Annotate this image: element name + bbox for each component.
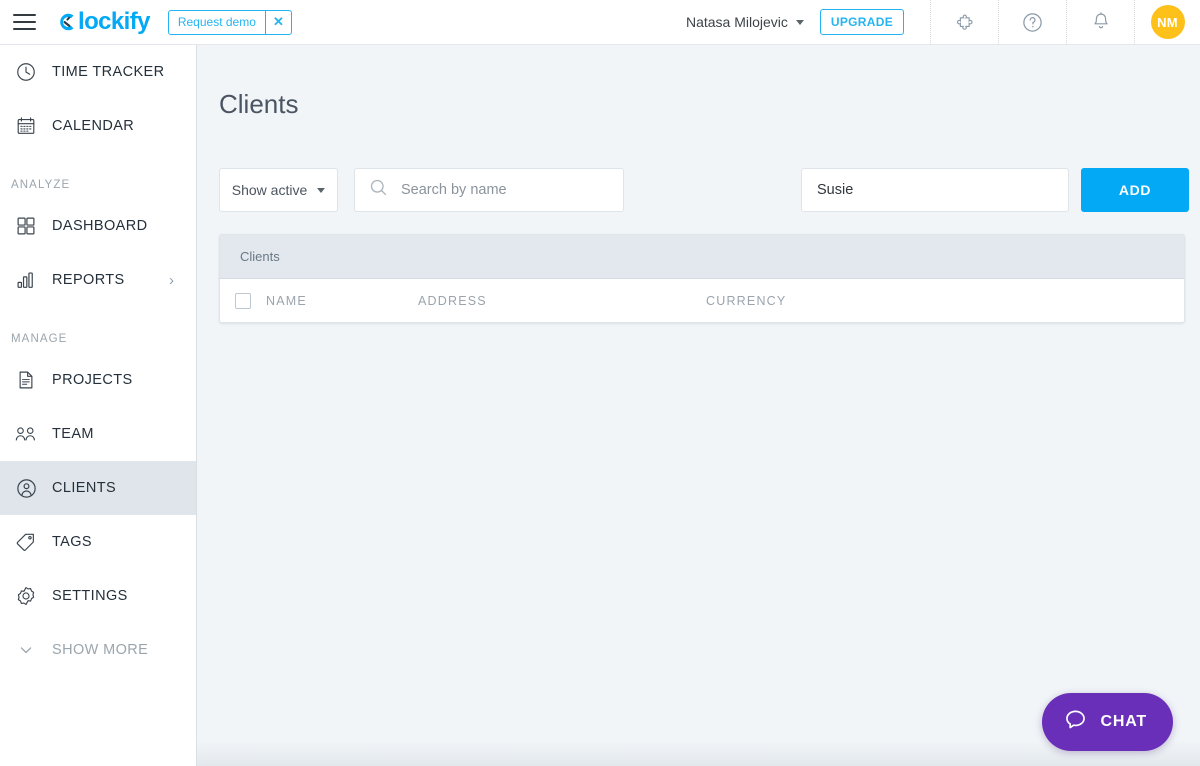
sidebar-item-dashboard[interactable]: DASHBOARD [0, 199, 196, 253]
sidebar-section-manage: MANAGE [0, 307, 196, 353]
upgrade-button[interactable]: UPGRADE [820, 9, 904, 35]
bar-chart-icon [11, 269, 41, 291]
gear-icon [11, 585, 41, 607]
table-header-row: NAME ADDRESS CURRENCY [220, 279, 1184, 322]
main-content: Clients Show active Search by name Susie… [197, 45, 1200, 766]
clockify-logo-mark [56, 11, 77, 33]
sidebar-item-label: TIME TRACKER [52, 64, 165, 80]
document-icon [11, 369, 41, 391]
chevron-down-icon [11, 640, 41, 660]
chevron-down-icon [317, 188, 325, 193]
new-client-name-value: Susie [817, 182, 853, 198]
request-demo-badge[interactable]: Request demo ✕ [168, 10, 292, 35]
clockify-logo[interactable]: lockify [56, 10, 150, 34]
clients-toolbar: Show active Search by name Susie ADD [219, 168, 1189, 212]
clock-icon [11, 61, 41, 83]
dashboard-grid-icon [11, 215, 41, 237]
sidebar-item-tags[interactable]: TAGS [0, 515, 196, 569]
bell-icon[interactable] [1066, 0, 1134, 45]
user-name-label: Natasa Milojevic [686, 14, 788, 30]
sidebar-item-label: PROJECTS [52, 372, 133, 388]
search-placeholder: Search by name [401, 182, 507, 198]
sidebar-item-show-more[interactable]: SHOW MORE [0, 623, 196, 677]
column-header-address[interactable]: ADDRESS [418, 294, 706, 308]
status-filter-value: Show active [232, 182, 307, 198]
tag-icon [11, 531, 41, 553]
status-filter-select[interactable]: Show active [219, 168, 338, 212]
sidebar-item-projects[interactable]: PROJECTS [0, 353, 196, 407]
sidebar-item-label: TEAM [52, 426, 94, 442]
column-header-currency[interactable]: CURRENCY [706, 294, 1184, 308]
sidebar-item-label: REPORTS [52, 272, 125, 288]
hamburger-bar [13, 28, 36, 30]
chevron-down-icon [796, 20, 804, 25]
sidebar-item-time-tracker[interactable]: TIME TRACKER [0, 45, 196, 99]
sidebar-item-label: CALENDAR [52, 118, 134, 134]
sidebar-item-clients[interactable]: CLIENTS [0, 461, 196, 515]
select-all-checkbox[interactable] [235, 293, 251, 309]
close-icon[interactable]: ✕ [265, 11, 291, 34]
header-right-group: Natasa Milojevic UPGRADE [686, 0, 1200, 45]
sidebar-item-settings[interactable]: SETTINGS [0, 569, 196, 623]
hamburger-bar [13, 14, 36, 16]
client-person-icon [11, 477, 41, 500]
add-client-button[interactable]: ADD [1081, 168, 1189, 212]
content-bottom-shade [197, 740, 1200, 766]
puzzle-piece-glyph [954, 12, 975, 33]
avatar[interactable]: NM [1151, 5, 1185, 39]
table-caption: Clients [220, 235, 1184, 279]
sidebar-item-reports[interactable]: REPORTS › [0, 253, 196, 307]
sidebar-item-team[interactable]: TEAM [0, 407, 196, 461]
sidebar-item-label: CLIENTS [52, 480, 116, 496]
bell-glyph [1090, 11, 1112, 33]
page-title: Clients [219, 89, 298, 120]
select-all-cell [220, 293, 266, 309]
request-demo-label[interactable]: Request demo [169, 11, 265, 34]
column-header-name[interactable]: NAME [266, 294, 418, 308]
team-icon [11, 423, 41, 445]
logo-text: lockify [78, 10, 150, 34]
sidebar-item-label: SHOW MORE [52, 642, 148, 658]
hamburger-menu-icon[interactable] [0, 0, 46, 45]
user-menu[interactable]: Natasa Milojevic [686, 14, 804, 30]
avatar-cell: NM [1134, 0, 1200, 45]
new-client-name-input[interactable]: Susie [801, 168, 1069, 212]
search-input[interactable]: Search by name [354, 168, 624, 212]
sidebar-item-calendar[interactable]: CALENDAR [0, 99, 196, 153]
search-icon [368, 177, 389, 203]
help-circle-icon[interactable] [998, 0, 1066, 45]
sidebar-section-analyze: ANALYZE [0, 153, 196, 199]
clockify-app: lockify Request demo ✕ Natasa Milojevic … [0, 0, 1200, 766]
sidebar: TIME TRACKER CALENDAR ANALYZE [0, 45, 197, 766]
clients-table: Clients NAME ADDRESS CURRENCY [219, 234, 1185, 323]
chat-bubble-icon [1063, 707, 1088, 737]
sidebar-item-label: TAGS [52, 534, 92, 550]
chat-button[interactable]: CHAT [1042, 693, 1173, 751]
sidebar-item-label: DASHBOARD [52, 218, 147, 234]
help-circle-glyph [1021, 11, 1044, 34]
puzzle-piece-icon[interactable] [930, 0, 998, 45]
chat-label: CHAT [1101, 713, 1147, 731]
top-header: lockify Request demo ✕ Natasa Milojevic … [0, 0, 1200, 45]
hamburger-bar [13, 21, 36, 23]
sidebar-item-label: SETTINGS [52, 588, 128, 604]
chevron-right-icon[interactable]: › [169, 273, 174, 288]
calendar-icon [11, 115, 41, 137]
